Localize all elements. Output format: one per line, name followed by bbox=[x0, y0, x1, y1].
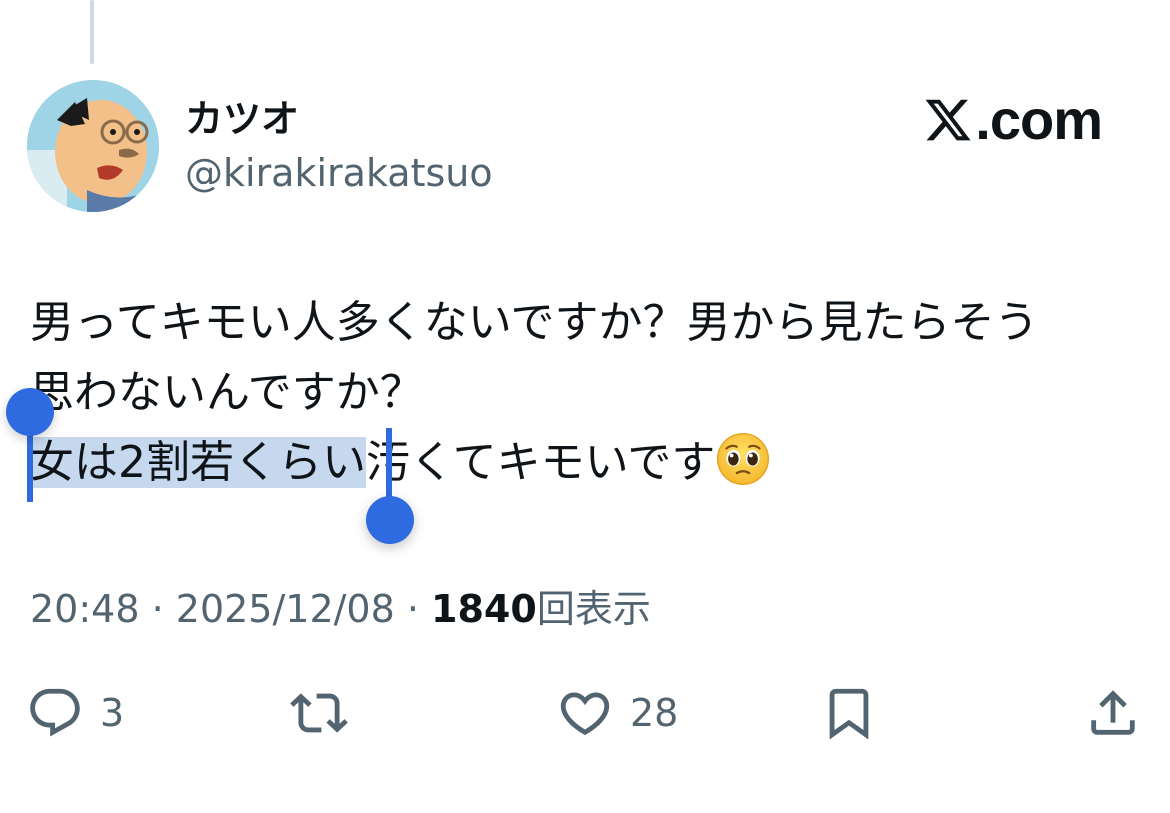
meta-separator: · bbox=[394, 587, 432, 631]
tweet-line-2: 思わないんですか？ bbox=[30, 367, 424, 418]
brand-domain-text: .com bbox=[975, 88, 1103, 151]
selection-start-handle[interactable] bbox=[6, 388, 54, 436]
tweet-metadata: 20:48 · 2025/12/08 · 1840回表示 bbox=[30, 584, 651, 634]
retweet-icon bbox=[290, 693, 348, 733]
tweet-body[interactable]: 男ってキモい人多くないですか？男から見たらそう 思わないんですか？ 女は2割若く… bbox=[30, 288, 1140, 498]
reply-icon bbox=[30, 688, 80, 737]
thread-connector-line bbox=[90, 0, 94, 64]
author-handle[interactable]: @kirakirakatsuo bbox=[185, 150, 493, 196]
pleading-face-emoji bbox=[717, 432, 770, 486]
avatar-image bbox=[27, 80, 159, 212]
meta-separator: · bbox=[139, 587, 176, 631]
tweet-date[interactable]: 2025/12/08 bbox=[176, 587, 395, 631]
author-display-name[interactable]: カツオ bbox=[185, 96, 299, 142]
views-label: 回表示 bbox=[536, 587, 651, 631]
share-button[interactable] bbox=[1084, 684, 1142, 742]
tweet-line-3: 女は2割若くらい汚くてキモいです bbox=[30, 428, 1140, 498]
reply-button[interactable]: 3 bbox=[26, 684, 124, 742]
retweet-button[interactable] bbox=[290, 684, 348, 742]
like-count: 28 bbox=[630, 691, 679, 735]
x-logo-icon bbox=[925, 99, 971, 141]
bookmark-icon bbox=[829, 688, 869, 740]
reply-count: 3 bbox=[100, 691, 125, 735]
selection-start-bar bbox=[27, 428, 33, 502]
selection-end-bar bbox=[386, 428, 392, 502]
selected-text[interactable]: 女は2割若くらい bbox=[30, 437, 366, 488]
heart-icon bbox=[560, 692, 610, 736]
bookmark-button[interactable] bbox=[820, 684, 878, 742]
tweet-time[interactable]: 20:48 bbox=[30, 587, 140, 631]
views-count[interactable]: 1840 bbox=[431, 587, 537, 631]
share-icon bbox=[1091, 690, 1135, 735]
tweet-line-3-rest: 汚くてキモいです bbox=[366, 437, 716, 488]
x-com-brand: .com bbox=[923, 88, 1103, 152]
like-button[interactable]: 28 bbox=[556, 684, 678, 742]
avatar[interactable] bbox=[27, 80, 159, 212]
selection-end-handle[interactable] bbox=[366, 496, 414, 544]
tweet-line-1: 男ってキモい人多くないですか？男から見たらそう bbox=[30, 297, 1039, 348]
